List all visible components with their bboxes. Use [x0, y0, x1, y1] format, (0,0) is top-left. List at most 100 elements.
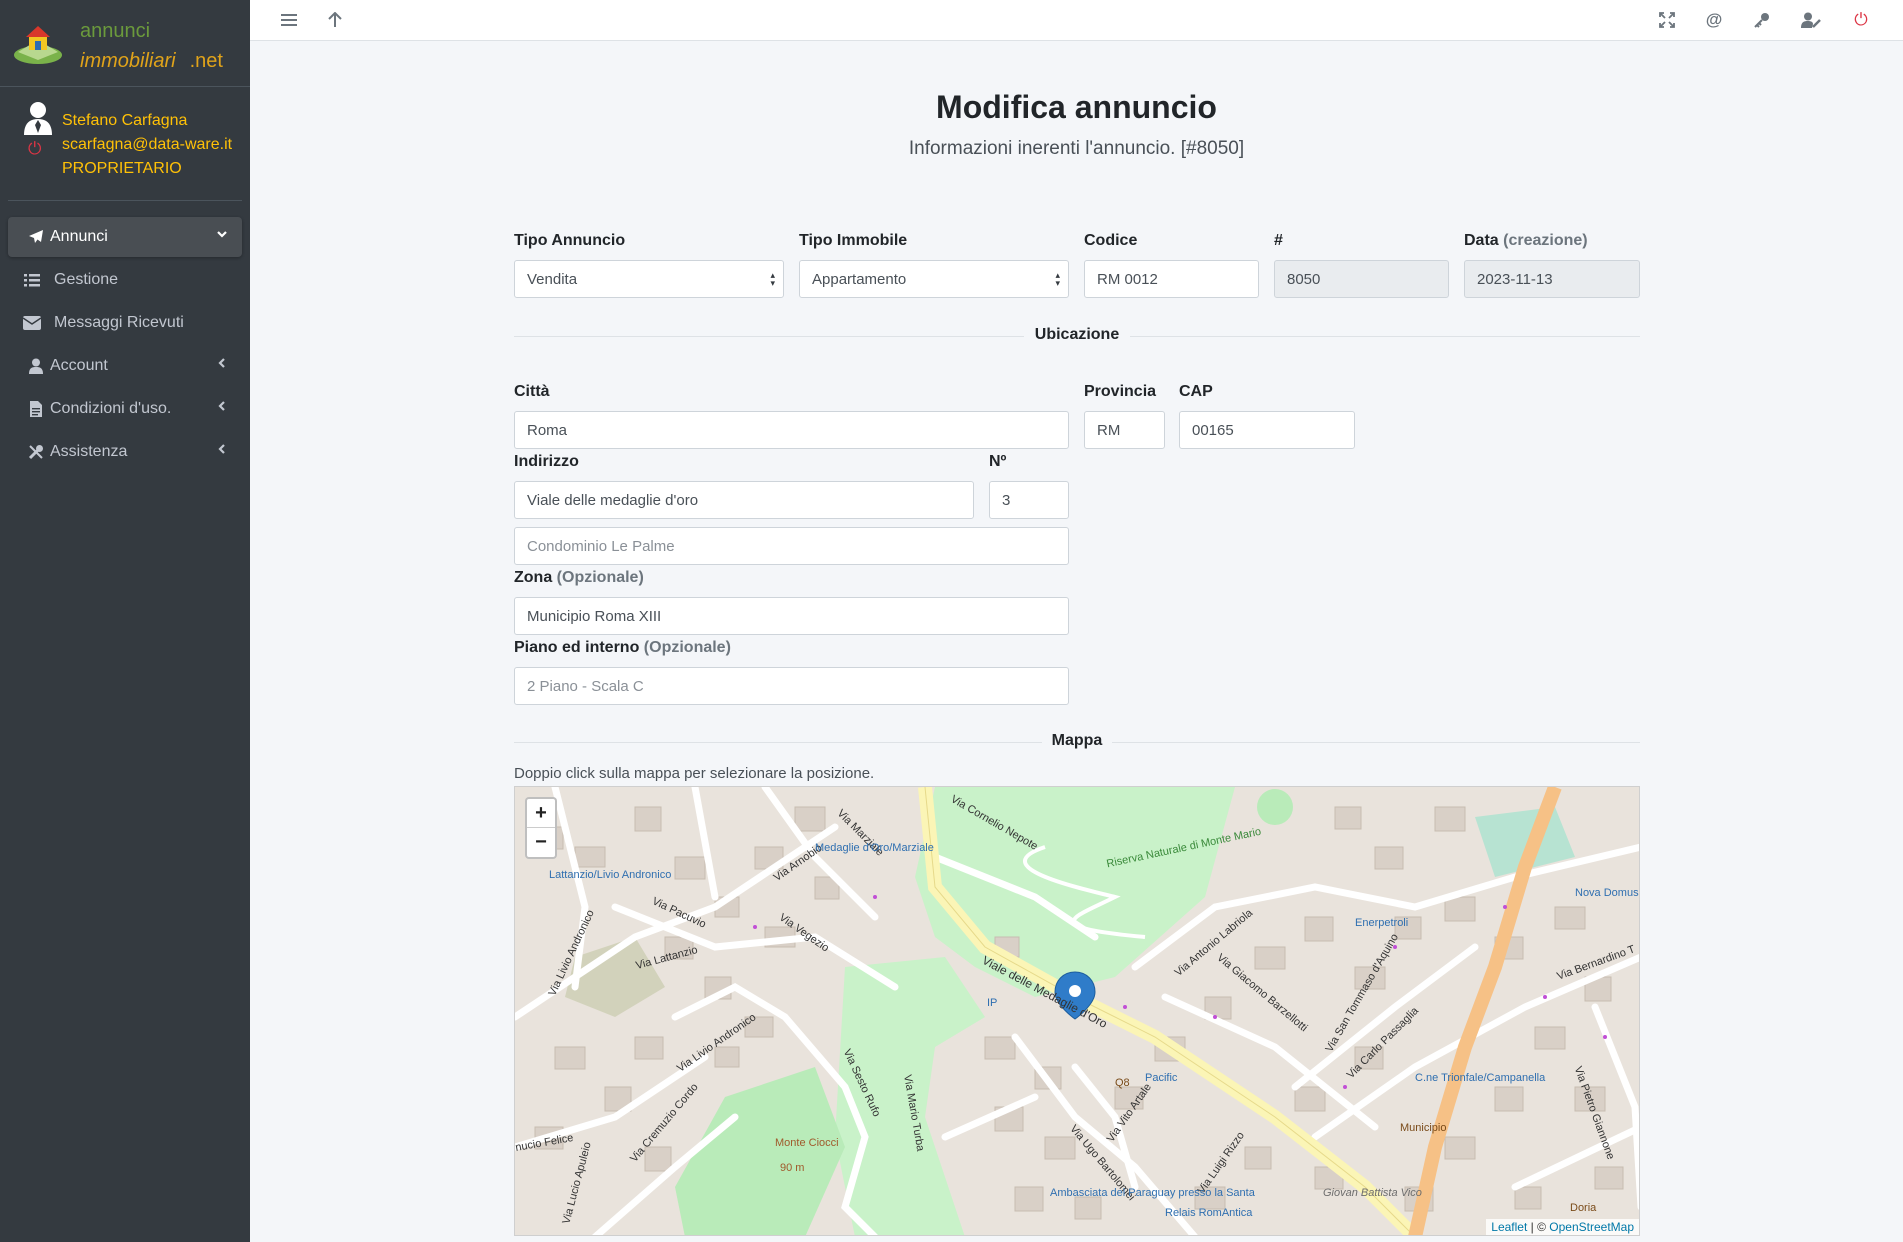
cap-input[interactable]: 00165 — [1179, 411, 1355, 449]
zona-label-opt: (Opzionale) — [556, 569, 644, 586]
sidebar-item-label: Account — [50, 357, 108, 374]
sidebar: annunci immobiliari .net ⏻ Stefano Carfag… — [0, 0, 250, 1242]
map-label: Medaglie d'Oro/Marziale — [815, 842, 934, 854]
tipo-immobile-select[interactable]: Appartamento ▴ ▾ — [799, 260, 1069, 298]
main-content: Modifica annuncio Informazioni inerenti … — [250, 41, 1903, 1242]
map-label: Doria — [1570, 1202, 1597, 1214]
key-icon[interactable] — [1749, 8, 1775, 32]
cap-value: 00165 — [1192, 421, 1234, 439]
envelope-icon — [22, 316, 42, 330]
zoom-control: + − — [525, 797, 557, 859]
map-label: C.ne Trionfale/Campanella — [1415, 1072, 1546, 1084]
map-label: Q8 — [1115, 1077, 1130, 1089]
leaflet-link[interactable]: Leaflet — [1491, 1220, 1527, 1234]
chevron-left-icon — [216, 399, 228, 415]
zona-value: Municipio Roma XIII — [527, 607, 662, 625]
page-title: Modifica annuncio — [936, 89, 1217, 125]
zona-input[interactable]: Municipio Roma XIII — [514, 597, 1069, 635]
list-icon — [22, 273, 42, 287]
provincia-label: Provincia — [1084, 383, 1157, 400]
chevron-left-icon — [216, 442, 228, 458]
select-arrows-icon: ▴ ▾ — [1055, 270, 1060, 288]
map-label: IP — [987, 997, 998, 1009]
map-label: 90 m — [780, 1162, 805, 1174]
sidebar-item-messaggi[interactable]: Messaggi Ricevuti — [8, 303, 242, 343]
numero-input[interactable]: 3 — [989, 481, 1069, 519]
map-label: Municipio — [1400, 1122, 1447, 1134]
menu-icon[interactable] — [276, 8, 302, 32]
tipo-annuncio-label: Tipo Annuncio — [514, 232, 626, 249]
sidebar-item-label: Assistenza — [50, 443, 128, 460]
logout-mini-icon[interactable]: ⏻ — [28, 139, 41, 159]
user-role: PROPRIETARIO — [62, 160, 182, 177]
sidebar-item-condizioni[interactable]: Condizioni d'uso. — [8, 389, 242, 429]
indirizzo2-input[interactable]: Condominio Le Palme — [514, 527, 1069, 565]
sidebar-item-label: Annunci — [50, 228, 108, 245]
user-edit-icon[interactable] — [1798, 8, 1824, 32]
user-panel: ⏻ Stefano Carfagna scarfagna@data-ware.i… — [8, 87, 242, 201]
sidebar-item-gestione[interactable]: Gestione — [8, 260, 242, 300]
piano-placeholder: 2 Piano - Scala C — [527, 677, 644, 695]
user-name: Stefano Carfagna — [62, 112, 188, 129]
zoom-in-button[interactable]: + — [527, 799, 555, 828]
id-value: 8050 — [1287, 270, 1321, 288]
sidebar-item-label: Messaggi Ricevuti — [54, 314, 184, 331]
codice-input[interactable]: RM 0012 — [1084, 260, 1259, 298]
zoom-out-button[interactable]: − — [527, 828, 555, 857]
logo-icon — [14, 26, 62, 64]
osm-link[interactable]: OpenStreetMap — [1549, 1220, 1634, 1234]
sidebar-item-label: Gestione — [54, 271, 119, 288]
map-label: Ambasciata del Paraguay presso la Santa — [1050, 1187, 1255, 1199]
section-title: Ubicazione — [1034, 326, 1120, 343]
map-label: Monte Ciocci — [775, 1137, 839, 1149]
provincia-input[interactable]: RM — [1084, 411, 1165, 449]
tools-icon — [26, 444, 46, 460]
zona-label: Zona (Opzionale) — [514, 569, 644, 587]
fullscreen-icon[interactable] — [1654, 8, 1680, 32]
data-input: 2023-11-13 — [1464, 260, 1640, 298]
sidebar-item-assistenza[interactable]: Assistenza — [8, 432, 242, 472]
piano-label-text: Piano ed interno — [514, 639, 640, 656]
topbar: @ ⏻ — [250, 0, 1903, 41]
sidebar-item-annunci[interactable]: Annunci — [8, 217, 242, 257]
arrow-up-icon[interactable] — [322, 8, 348, 32]
user-info: Stefano Carfagna scarfagna@data-ware.it … — [62, 109, 232, 181]
paper-plane-icon — [26, 229, 46, 245]
user-email: scarfagna@data-ware.it — [62, 136, 233, 153]
page-subtitle: Informazioni inerenti l'annuncio. [#8050… — [908, 138, 1245, 159]
brand-line2: immobiliari — [80, 50, 176, 72]
section-mappa: Mappa — [514, 732, 1640, 752]
section-ubicazione: Ubicazione — [514, 326, 1640, 346]
sidebar-item-label: Condizioni d'uso. — [50, 400, 172, 417]
citta-input[interactable]: Roma — [514, 411, 1069, 449]
at-icon[interactable]: @ — [1701, 8, 1727, 32]
data-label: Data (creazione) — [1464, 232, 1588, 250]
codice-label: Codice — [1084, 232, 1138, 249]
numero-value: 3 — [1002, 491, 1011, 509]
piano-label: Piano ed interno (Opzionale) — [514, 639, 731, 657]
id-input: 8050 — [1274, 260, 1449, 298]
user-avatar-icon — [24, 102, 52, 135]
power-icon[interactable]: ⏻ — [1848, 8, 1874, 32]
citta-label: Città — [514, 383, 550, 400]
map-label: Relais RomAntica — [1165, 1207, 1253, 1219]
indirizzo-input[interactable]: Viale delle medaglie d'oro — [514, 481, 974, 519]
id-label: # — [1274, 232, 1283, 249]
map-label: Pacific — [1145, 1072, 1178, 1084]
zona-label-text: Zona — [514, 569, 553, 586]
piano-input[interactable]: 2 Piano - Scala C — [514, 667, 1069, 705]
piano-label-opt: (Opzionale) — [643, 639, 731, 656]
map-attribution: Leaflet | © OpenStreetMap — [1486, 1219, 1639, 1235]
chevron-down-icon — [216, 227, 228, 243]
map[interactable]: + − Viale delle Medaglie d'Oro Via Latta… — [514, 786, 1640, 1236]
sidebar-item-account[interactable]: Account — [8, 346, 242, 386]
data-value: 2023-11-13 — [1477, 270, 1553, 288]
indirizzo-value: Viale delle medaglie d'oro — [527, 491, 699, 509]
tipo-annuncio-select[interactable]: Vendita ▴ ▾ — [514, 260, 784, 298]
data-label-opt: (creazione) — [1503, 232, 1588, 249]
map-label: Lattanzio/Livio Andronico — [549, 869, 672, 881]
map-label: Nova Domus — [1575, 887, 1639, 899]
attribution-sep: | © — [1527, 1220, 1550, 1234]
brand[interactable]: annunci immobiliari .net — [0, 0, 250, 87]
document-icon — [26, 401, 46, 417]
